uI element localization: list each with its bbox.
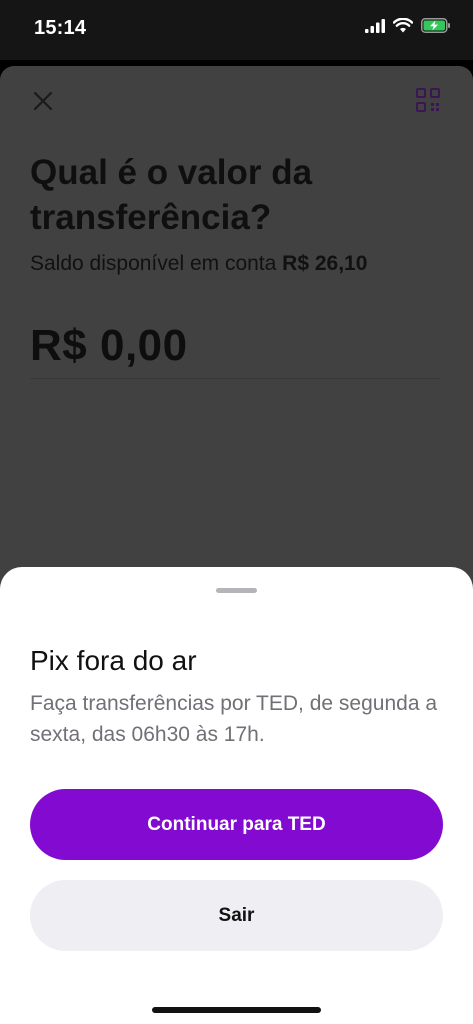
status-bar: 15:14 — [0, 0, 473, 60]
status-time: 15:14 — [34, 17, 87, 39]
balance-line: Saldo disponível em conta R$ 26,10 — [30, 252, 367, 276]
qr-code-icon[interactable] — [416, 88, 440, 112]
status-icons — [365, 18, 451, 33]
wifi-icon — [393, 18, 413, 33]
sheet-description: Faça transferências por TED, de segunda … — [30, 692, 438, 746]
amount-underline — [30, 378, 440, 379]
balance-label: Saldo disponível em conta — [30, 252, 277, 275]
sheet-grabber[interactable] — [216, 588, 257, 593]
exit-button[interactable]: Sair — [30, 880, 443, 951]
amount-input[interactable]: R$ 0,00 — [30, 321, 188, 371]
cellular-signal-icon — [365, 18, 385, 33]
continue-ted-button[interactable]: Continuar para TED — [30, 789, 443, 860]
page-title: Qual é o valor da transferência? — [30, 153, 313, 237]
bottom-sheet: Pix fora do ar Faça transferências por T… — [0, 567, 473, 1024]
balance-value: R$ 26,10 — [282, 252, 368, 275]
close-icon[interactable] — [30, 88, 56, 114]
home-indicator[interactable] — [152, 1007, 321, 1013]
battery-charging-icon — [421, 18, 450, 33]
sheet-title: Pix fora do ar — [30, 645, 197, 676]
